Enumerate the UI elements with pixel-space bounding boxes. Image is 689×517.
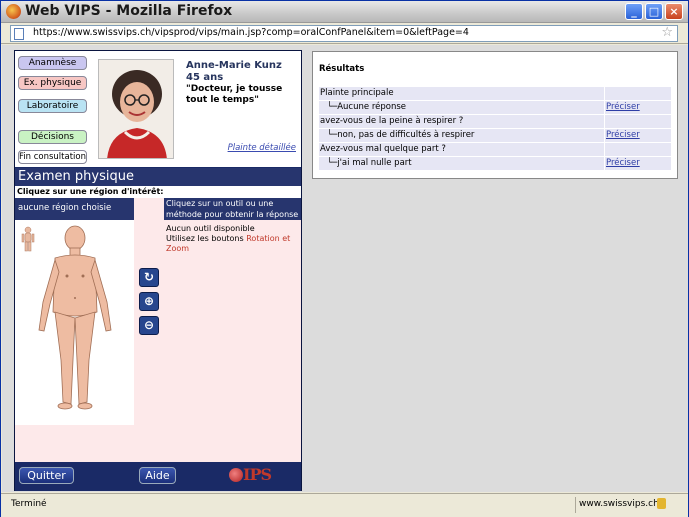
preciser-link[interactable]: Préciser	[605, 157, 671, 170]
zoom-in-icon[interactable]: ⊕	[139, 292, 159, 311]
help-button[interactable]: Aide	[139, 467, 176, 484]
results-answer: └─Aucune réponse	[319, 101, 604, 114]
url-field[interactable]: https://www.swissvips.ch/vipsprod/vips/m…	[10, 25, 678, 42]
results-table: Plainte principale └─Aucune réponse Précis…	[319, 87, 671, 171]
results-row: └─non, pas de difficultés à respirer Préc…	[319, 129, 671, 143]
patient-quote: "Docteur, je tousse tout le temps"	[186, 84, 283, 105]
exam-area: aucune région choisie ↻ ⊕ ⊖ Cliquez sur …	[15, 198, 301, 462]
nav-menu: Anamnèse Ex. physique Laboratoire Décisi…	[15, 51, 90, 167]
zoom-out-icon[interactable]: ⊖	[139, 316, 159, 335]
logo-text: IPS	[243, 465, 272, 484]
nav-laboratoire[interactable]: Laboratoire	[18, 99, 87, 113]
nav-fin-consultation[interactable]: Fin consultation	[18, 150, 87, 164]
status-divider	[575, 497, 576, 513]
hint-rotation: Rotation et	[246, 234, 291, 243]
title-bar: Web VIPS - Mozilla Firefox _ □ ×	[1, 1, 688, 23]
preciser-link	[605, 115, 671, 128]
status-host: www.swissvips.ch	[579, 499, 659, 509]
results-question: avez-vous de la peine à respirer ?	[319, 115, 604, 128]
close-button[interactable]: ×	[665, 3, 683, 20]
results-row: └─Aucune réponse Préciser	[319, 101, 671, 115]
exam-title: Examen physique	[15, 168, 301, 186]
left-panel: Anamnèse Ex. physique Laboratoire Décisi…	[14, 50, 302, 491]
panel-footer: Quitter Aide IPS	[15, 462, 301, 491]
patient-card: Anne-Marie Kunz 45 ans "Docteur, je tous…	[90, 51, 301, 167]
preciser-link	[605, 87, 671, 100]
preciser-link[interactable]: Préciser	[605, 129, 671, 142]
hint-text: Utilisez les boutons	[166, 234, 244, 243]
nav-decisions[interactable]: Décisions	[18, 130, 87, 144]
window-title: Web VIPS - Mozilla Firefox	[25, 3, 233, 19]
status-text: Terminé	[11, 499, 47, 509]
patient-name: Anne-Marie Kunz	[186, 60, 282, 71]
results-question: Avez-vous mal quelque part ?	[319, 143, 604, 156]
nav-ex-physique[interactable]: Ex. physique	[18, 76, 87, 90]
hint-zoom: Zoom	[166, 244, 190, 253]
small-body-icon	[21, 226, 35, 252]
patient-photo	[98, 59, 174, 159]
results-row: Plainte principale	[319, 87, 671, 101]
page-icon	[14, 28, 24, 40]
results-panel: Résultats Plainte principale └─Aucune rép…	[312, 51, 678, 179]
results-row: avez-vous de la peine à respirer ?	[319, 115, 671, 129]
vips-logo: IPS	[229, 465, 272, 484]
firefox-icon	[6, 4, 21, 19]
address-bar: https://www.swissvips.ch/vipsprod/vips/m…	[1, 24, 688, 44]
maximize-button[interactable]: □	[645, 3, 663, 20]
url-text: https://www.swissvips.ch/vipsprod/vips/m…	[33, 27, 469, 38]
exam-subtitle: Cliquez sur une région d'intérêt:	[15, 186, 301, 198]
results-answer: └─non, pas de difficultés à respirer	[319, 129, 604, 142]
results-row: └─j'ai mal nulle part Préciser	[319, 157, 671, 171]
results-title: Résultats	[319, 64, 365, 74]
body-figure-zone[interactable]	[15, 220, 134, 425]
selected-region: aucune région choisie	[15, 198, 134, 220]
plainte-detaillee-link[interactable]: Plainte détaillée	[228, 143, 296, 153]
body-figure	[38, 225, 112, 410]
results-question: Plainte principale	[319, 87, 604, 100]
preciser-link	[605, 143, 671, 156]
page-content: Anamnèse Ex. physique Laboratoire Décisi…	[2, 45, 688, 492]
bookmark-star-icon[interactable]: ☆	[661, 25, 673, 40]
no-tool-text: Aucun outil disponible	[166, 224, 255, 233]
minimize-button[interactable]: _	[625, 3, 643, 20]
preciser-link[interactable]: Préciser	[605, 101, 671, 114]
globe-icon	[229, 468, 243, 482]
results-answer: └─j'ai mal nulle part	[319, 157, 604, 170]
rotate-icon[interactable]: ↻	[139, 268, 159, 287]
nav-anamnese[interactable]: Anamnèse	[18, 56, 87, 70]
patient-age: 45 ans	[186, 72, 224, 83]
lock-icon	[657, 498, 666, 509]
exam-instructions: Cliquez sur un outil ou une méthode pour…	[164, 198, 301, 220]
quit-button[interactable]: Quitter	[19, 467, 74, 484]
browser-window: Web VIPS - Mozilla Firefox _ □ × https:/…	[0, 0, 689, 517]
status-bar: Terminé www.swissvips.ch	[1, 493, 688, 517]
results-row: Avez-vous mal quelque part ?	[319, 143, 671, 157]
tool-info: Aucun outil disponible Utilisez les bout…	[166, 224, 299, 254]
